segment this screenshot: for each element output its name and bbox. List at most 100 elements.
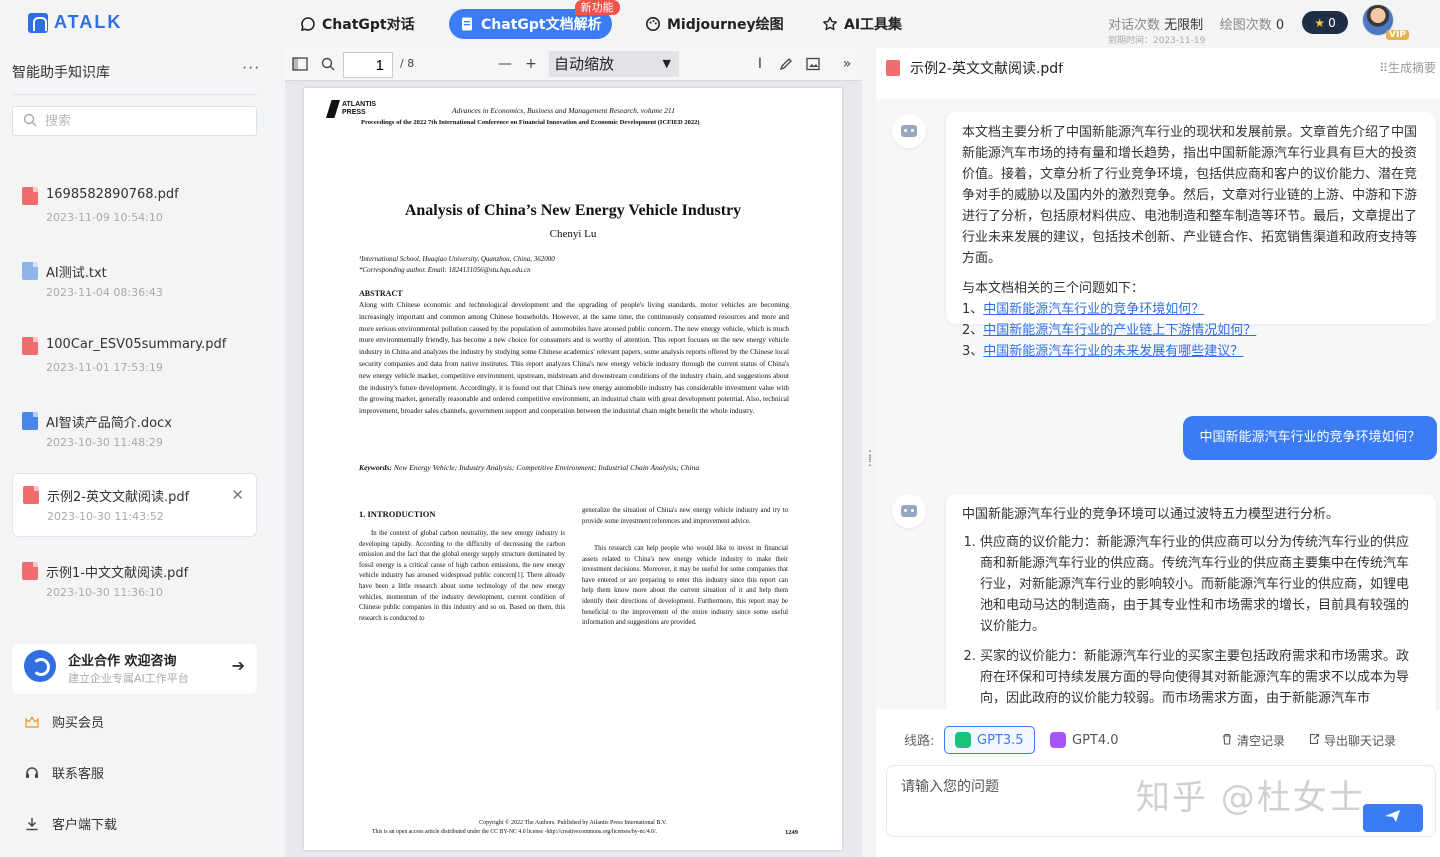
generate-summary-button[interactable]: ⠿生成摘要 xyxy=(1379,59,1436,76)
file-item[interactable]: AI智读产品简介.docx 2023-10-30 11:48:29 xyxy=(12,400,257,464)
nav-midjourney[interactable]: Midjourney绘图 xyxy=(635,9,794,39)
file-item-active[interactable]: 示例2-英文文献阅读.pdf 2023-10-30 11:43:52 ✕ xyxy=(12,473,257,537)
question-link[interactable]: 中国新能源汽车行业的未来发展有哪些建议？ xyxy=(983,344,1243,359)
pencil-icon[interactable] xyxy=(776,54,796,74)
nav-label: ChatGpt文档解析 xyxy=(481,17,602,33)
file-item[interactable]: 100Car_ESV05summary.pdf 2023-11-01 17:53… xyxy=(12,325,257,389)
app-logo[interactable]: ATALK xyxy=(28,12,122,33)
file-date: 2023-10-30 11:43:52 xyxy=(47,510,164,523)
close-icon[interactable]: ✕ xyxy=(231,486,244,504)
pdf-file-icon xyxy=(22,562,38,580)
sidebar-link-client-download[interactable]: 客户端下载 xyxy=(24,814,117,833)
sidebar-divider xyxy=(12,94,258,95)
file-date: 2023-11-09 10:54:10 xyxy=(46,211,163,224)
openai-icon xyxy=(955,732,971,748)
new-feature-badge: 新功能 xyxy=(574,0,620,15)
intro-column-left: In the context of global carbon neutrali… xyxy=(359,530,565,622)
nav-chatgpt-chat[interactable]: ChatGpt对话 xyxy=(290,9,425,39)
conference-header: Proceedings of the 2022 7th Internationa… xyxy=(361,119,700,126)
chevron-down-icon: ▼ xyxy=(662,57,671,70)
draw-quota-value: 0 xyxy=(1275,18,1285,33)
search-input[interactable] xyxy=(45,113,235,129)
file-item[interactable]: 1698582890768.pdf 2023-11-09 10:54:10 xyxy=(12,175,257,239)
star-balance-button[interactable]: ★ 0 xyxy=(1302,11,1348,34)
answer-point: 买家的议价能力：新能源汽车行业的买家主要包括政府需求和市场需求。政府在环保和可持… xyxy=(980,646,1420,709)
chat-quota-label: 对话次数 xyxy=(1108,18,1161,33)
enterprise-promo-card[interactable]: 企业合作 欢迎咨询 建立企业专属AI工作平台 ➔ xyxy=(12,644,257,694)
suggested-question[interactable]: 1、中国新能源汽车行业的竞争环境如何？ xyxy=(962,299,1420,320)
export-chat-button[interactable]: 导出聊天记录 xyxy=(1308,732,1396,749)
zoom-select[interactable]: 自动缩放 ▼ xyxy=(549,51,679,77)
file-date: 2023-11-04 08:36:43 xyxy=(46,286,163,299)
questions-intro: 与本文档相关的三个问题如下： xyxy=(962,281,1145,296)
crown-icon xyxy=(24,714,40,730)
pdf-file-icon xyxy=(23,486,39,504)
suggested-question[interactable]: 3、中国新能源汽车行业的未来发展有哪些建议？ xyxy=(962,341,1420,362)
chat-quota-value: 无限制 xyxy=(1164,18,1204,33)
chat-messages[interactable]: 本文档主要分析了中国新能源汽车行业的现状和发展前景。文章首先介绍了中国新能源汽车… xyxy=(876,98,1440,710)
sidebar-title: 智能助手知识库 xyxy=(12,65,110,81)
abstract-text: Along with Chinese economic and technolo… xyxy=(359,301,789,416)
nav-ai-tools[interactable]: AI工具集 xyxy=(812,9,912,39)
promo-title: 企业合作 欢迎咨询 xyxy=(68,654,177,669)
robot-icon xyxy=(901,505,917,517)
chat-input[interactable] xyxy=(901,776,1351,816)
model-gpt35-button[interactable]: GPT3.5 xyxy=(944,726,1035,754)
model-label: GPT4.0 xyxy=(1072,732,1119,748)
send-button[interactable] xyxy=(1363,804,1423,832)
question-number: 3、 xyxy=(962,344,984,359)
double-chevron-right-icon[interactable]: » xyxy=(837,54,857,74)
answer-list: 供应商的议价能力：新能源汽车行业的供应商可以分为传统汽车行业的供应商和新能源汽车… xyxy=(962,532,1420,709)
palette-icon xyxy=(645,16,661,32)
clear-history-button[interactable]: 清空记录 xyxy=(1221,732,1285,749)
image-icon[interactable] xyxy=(803,54,823,74)
text-cursor-icon[interactable]: I xyxy=(750,54,770,74)
file-name: 示例1-中文文献阅读.pdf xyxy=(46,566,189,581)
paper-title: Analysis of China’s New Energy Vehicle I… xyxy=(404,202,742,219)
zoom-out-icon[interactable]: — xyxy=(495,54,515,74)
zoom-value: 自动缩放 xyxy=(554,55,615,73)
question-link[interactable]: 中国新能源汽车行业的竞争环境如何？ xyxy=(983,302,1204,317)
page-number: 1249 xyxy=(785,829,798,836)
model-gpt4-button[interactable]: GPT4.0 xyxy=(1040,726,1129,754)
summary-text: 本文档主要分析了中国新能源汽车行业的现状和发展前景。文章首先介绍了中国新能源汽车… xyxy=(962,125,1418,266)
license-footer: This is an open access article distribut… xyxy=(372,829,658,835)
chat-file-name: 示例2-英文文献阅读.pdf xyxy=(910,61,1064,77)
vip-badge: VIP xyxy=(1386,30,1409,40)
more-options-icon[interactable]: ··· xyxy=(242,58,260,77)
question-link[interactable]: 中国新能源汽车行业的产业链上下游情况如何？ xyxy=(983,323,1256,338)
intro-column-right: This research can help people who would … xyxy=(582,545,788,627)
doc-file-icon xyxy=(22,412,38,430)
app-root: ATALK ChatGpt对话 ChatGpt文档解析 新功能 Midjourn… xyxy=(0,0,1440,857)
file-item[interactable]: 示例1-中文文献阅读.pdf 2023-10-30 11:36:10 xyxy=(12,550,257,614)
nav-document-parse[interactable]: ChatGpt文档解析 新功能 xyxy=(449,0,620,39)
route-label: 线路: xyxy=(904,734,935,749)
search-icon xyxy=(23,112,37,131)
search-icon[interactable] xyxy=(318,54,338,74)
sidebar-toggle-icon[interactable] xyxy=(290,54,310,74)
pdf-file-icon xyxy=(22,337,38,355)
keywords-label: Keywords: xyxy=(359,463,392,472)
file-name: 100Car_ESV05summary.pdf xyxy=(46,337,227,352)
sidebar-link-customer-service[interactable]: 联系客服 xyxy=(24,763,104,782)
model-label: GPT3.5 xyxy=(977,732,1024,748)
sidebar-link-buy-membership[interactable]: 购买会员 xyxy=(24,712,104,731)
openai-icon xyxy=(1050,732,1066,748)
publisher-logo: ATLANTIS PRESS xyxy=(326,100,376,118)
user-message: 中国新能源汽车行业的竞争环境如何？ xyxy=(1183,416,1437,460)
page-number-input[interactable] xyxy=(343,52,393,78)
resize-handle-icon[interactable]: ⋮ ⋮ xyxy=(864,449,876,467)
pdf-file-icon xyxy=(22,187,38,205)
trash-icon xyxy=(1221,733,1233,748)
star-icon xyxy=(822,16,838,32)
file-item[interactable]: AI测试.txt 2023-11-04 08:36:43 xyxy=(12,250,257,314)
chat-input-box xyxy=(886,765,1436,837)
intro-heading: 1. INTRODUCTION xyxy=(359,509,436,519)
corresponding-author: *Corresponding author. Email: 1824131056… xyxy=(359,266,531,274)
download-icon xyxy=(24,816,40,832)
suggested-question[interactable]: 2、中国新能源汽车行业的产业链上下游情况如何？ xyxy=(962,320,1420,341)
zoom-in-icon[interactable]: + xyxy=(521,54,541,74)
nav-label: AI工具集 xyxy=(844,17,903,33)
file-date: 2023-10-30 11:48:29 xyxy=(46,436,163,449)
keywords-text: New Energy Vehicle; Industry Analysis; C… xyxy=(393,463,700,472)
